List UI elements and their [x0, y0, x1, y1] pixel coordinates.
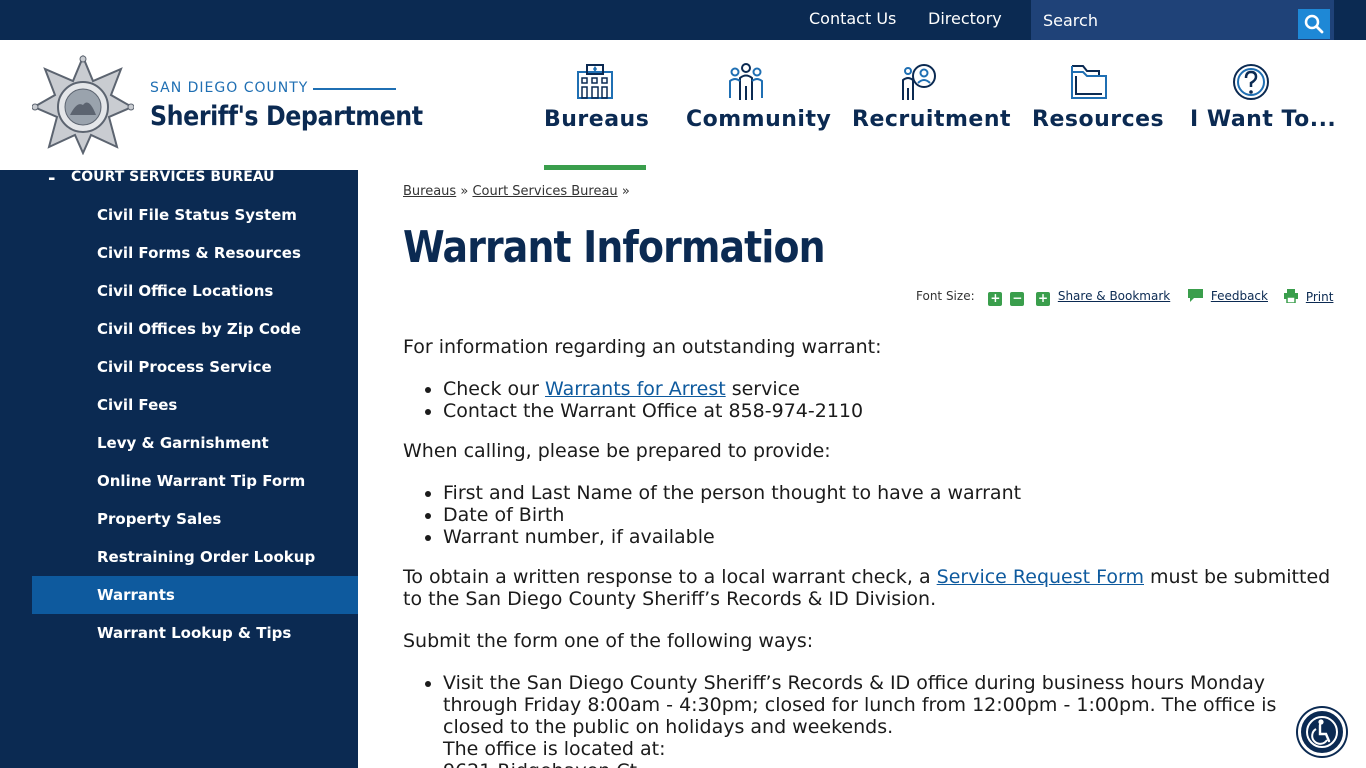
sidebar-item-civil-file-status[interactable]: Civil File Status System	[32, 196, 358, 234]
nav-label: I Want To...	[1190, 107, 1337, 132]
sidebar-nav: - COURT SERVICES BUREAU Civil File Statu…	[0, 168, 358, 768]
sidebar-item-civil-fees[interactable]: Civil Fees	[32, 386, 358, 424]
feedback-link[interactable]: Feedback	[1211, 289, 1268, 303]
font-decrease-icon[interactable]: −	[1010, 292, 1025, 306]
logo-department-text: Sheriff's Department	[150, 101, 423, 132]
sidebar-item-civil-process[interactable]: Civil Process Service	[32, 348, 358, 386]
directory-link[interactable]: Directory	[928, 9, 1002, 28]
question-icon	[1232, 64, 1269, 100]
building-icon	[577, 64, 613, 99]
share-bookmark-link[interactable]: Share & Bookmark	[1058, 289, 1170, 303]
folder-icon	[1070, 65, 1107, 99]
people-icon	[729, 63, 763, 100]
search-button[interactable]	[1298, 9, 1330, 39]
calling-info-list: First and Last Name of the person though…	[403, 482, 1021, 548]
print-link[interactable]: Print	[1306, 290, 1334, 304]
warrants-for-arrest-link[interactable]: Warrants for Arrest	[545, 378, 726, 400]
nav-label: Resources	[1032, 107, 1165, 132]
feedback[interactable]: Feedback	[1188, 289, 1268, 303]
font-size-control: Font Size: + −	[916, 289, 1025, 306]
sidebar-item-civil-offices-zip[interactable]: Civil Offices by Zip Code	[32, 310, 358, 348]
logo-county-text: SAN DIEGO COUNTY	[150, 80, 309, 96]
search-box	[1031, 0, 1334, 40]
submit-text: Submit the form one of the following way…	[403, 630, 814, 652]
collapse-icon[interactable]: -	[48, 168, 55, 189]
intro-text: For information regarding an outstanding…	[403, 336, 882, 358]
nav-resources[interactable]: Resources	[1032, 40, 1165, 170]
font-increase-icon[interactable]: +	[988, 292, 1003, 306]
list-item: Contact the Warrant Office at 858-974-21…	[443, 400, 863, 422]
utility-bar: Contact Us Directory	[0, 0, 1366, 40]
sheriff-star-badge-logo[interactable]	[32, 55, 134, 155]
breadcrumb-bureaus[interactable]: Bureaus	[403, 184, 456, 199]
sidebar-item-warrant-lookup[interactable]: Warrant Lookup & Tips	[32, 614, 358, 652]
print-icon	[1284, 289, 1298, 304]
page-title: Warrant Information	[403, 222, 826, 273]
logo-divider	[313, 88, 396, 90]
search-icon	[1304, 14, 1324, 34]
calling-text: When calling, please be prepared to prov…	[403, 440, 831, 462]
written-response-text: To obtain a written response to a local …	[403, 566, 1331, 610]
share-bookmark[interactable]: + Share & Bookmark	[1036, 289, 1170, 306]
list-item: Date of Birth	[443, 504, 1021, 526]
share-plus-icon: +	[1036, 291, 1050, 306]
warrant-options-list: Check our Warrants for Arrest service Co…	[403, 378, 863, 422]
sidebar-item-restraining-order[interactable]: Restraining Order Lookup	[32, 538, 358, 576]
font-size-label: Font Size:	[916, 289, 975, 303]
sidebar-item-property-sales[interactable]: Property Sales	[32, 500, 358, 538]
list-item: Visit the San Diego County Sheriff’s Rec…	[443, 672, 1343, 768]
contact-us-link[interactable]: Contact Us	[809, 9, 896, 28]
sidebar-item-warrant-tip-form[interactable]: Online Warrant Tip Form	[32, 462, 358, 500]
site-header: SAN DIEGO COUNTY Sheriff's Department Bu…	[0, 40, 1366, 170]
nav-community[interactable]: Community	[686, 40, 832, 170]
breadcrumb-court-services[interactable]: Court Services Bureau	[472, 184, 617, 199]
nav-label: Recruitment	[852, 107, 1011, 132]
sidebar-item-civil-office-locations[interactable]: Civil Office Locations	[32, 272, 358, 310]
list-item: Check our Warrants for Arrest service	[443, 378, 863, 400]
sidebar-item-levy[interactable]: Levy & Garnishment	[32, 424, 358, 462]
submit-ways-list: Visit the San Diego County Sheriff’s Rec…	[403, 672, 1343, 768]
accessibility-button[interactable]	[1298, 708, 1346, 756]
search-input[interactable]	[1031, 0, 1297, 40]
nav-i-want-to[interactable]: I Want To...	[1190, 40, 1337, 170]
list-item: Warrant number, if available	[443, 526, 1021, 548]
sidebar-item-civil-forms[interactable]: Civil Forms & Resources	[32, 234, 358, 272]
nav-recruitment[interactable]: Recruitment	[852, 40, 1011, 170]
breadcrumb-separator: »	[621, 184, 630, 199]
nav-bureaus[interactable]: Bureaus	[544, 40, 650, 170]
breadcrumb-separator: »	[460, 184, 469, 199]
feedback-icon	[1188, 289, 1203, 302]
nav-label: Community	[686, 107, 832, 132]
list-item: First and Last Name of the person though…	[443, 482, 1021, 504]
breadcrumb: Bureaus » Court Services Bureau »	[403, 184, 630, 199]
service-request-form-link[interactable]: Service Request Form	[937, 566, 1144, 588]
nav-label: Bureaus	[544, 107, 650, 132]
print[interactable]: Print	[1284, 289, 1333, 304]
magnifier-person-icon	[901, 64, 936, 100]
accessibility-icon	[1306, 716, 1338, 748]
sidebar-item-warrants[interactable]: Warrants	[32, 576, 358, 614]
